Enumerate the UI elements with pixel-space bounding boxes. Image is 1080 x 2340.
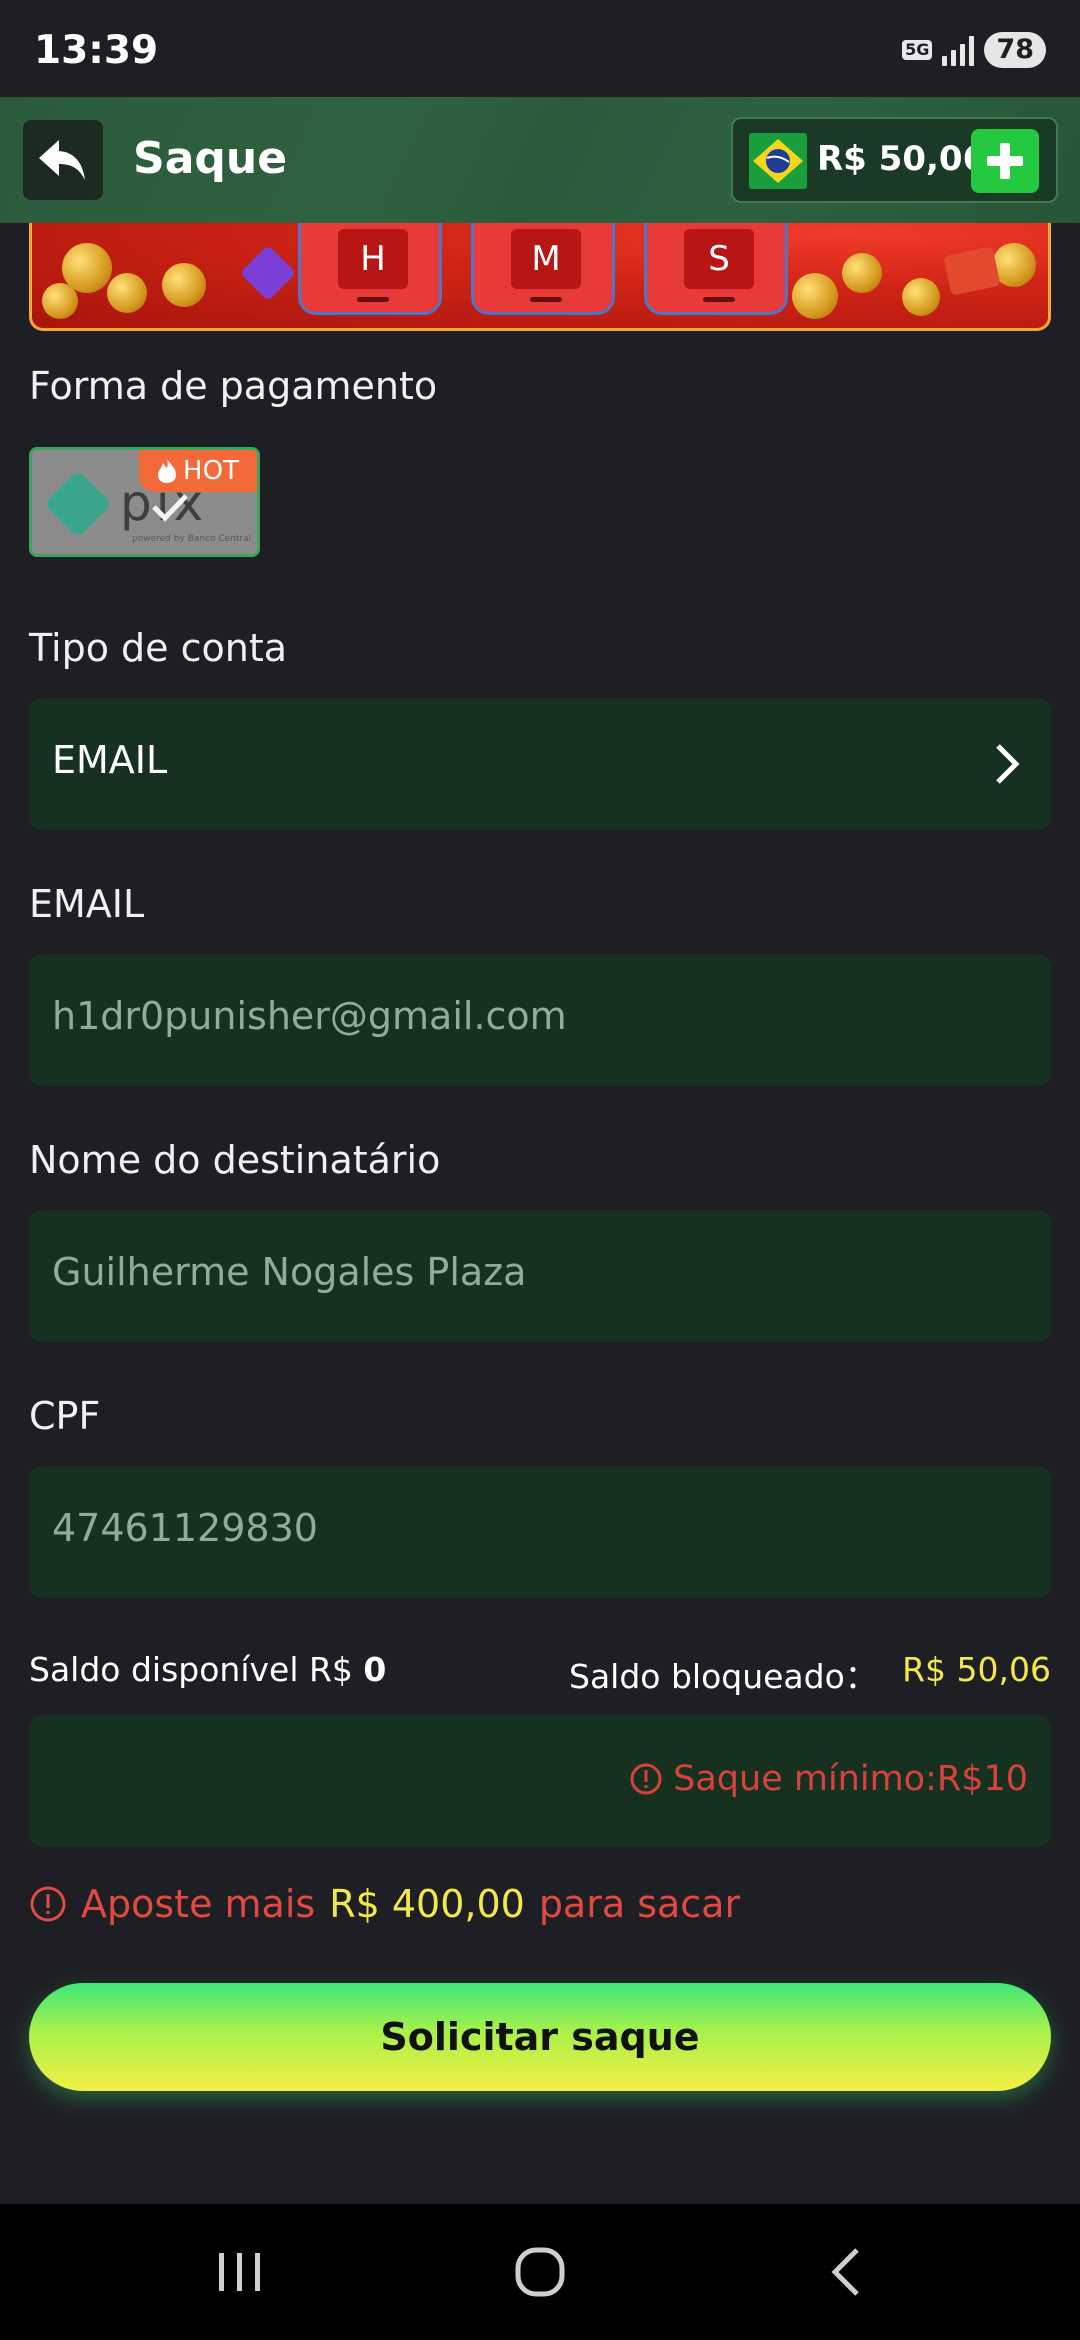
payment-option-pix[interactable]: pix powered by Banco Central HOT — [29, 447, 260, 557]
account-type-select[interactable]: EMAIL — [29, 698, 1051, 830]
chevron-right-icon — [996, 744, 1020, 784]
email-value: h1dr0punisher@gmail.com — [52, 994, 567, 1038]
coin-decoration — [842, 253, 882, 293]
timer-seconds: S — [644, 223, 788, 315]
bet-warning-prefix: Aposte mais — [81, 1882, 316, 1926]
plus-icon — [987, 143, 1023, 179]
blocked-balance-label: Saldo bloqueado： — [569, 1657, 878, 1696]
available-balance: Saldo disponível R$ 0 — [29, 1650, 386, 1689]
coin-decoration — [162, 263, 206, 307]
flame-icon — [158, 459, 177, 483]
back-chevron-icon — [831, 2248, 859, 2296]
pix-logo-subtext: powered by Banco Central — [132, 534, 252, 544]
timer-minutes: M — [471, 223, 615, 315]
timer-label: M — [511, 229, 581, 289]
balance-display: R$ 50,06 — [731, 117, 1058, 203]
balance-amount: R$ 50,06 — [817, 139, 987, 179]
email-label: EMAIL — [29, 882, 145, 926]
add-balance-button[interactable] — [971, 129, 1039, 193]
min-withdraw-warning: Saque mínimo:R$10 — [629, 1759, 1028, 1799]
timer-label: H — [338, 229, 408, 289]
envelope-decoration — [943, 246, 1001, 296]
warning-circle-icon — [630, 1763, 662, 1795]
status-icons: 5G 78 — [902, 30, 1046, 70]
check-icon — [152, 494, 188, 522]
cpf-field[interactable]: 47461129830 — [29, 1466, 1051, 1598]
account-type-label: Tipo de conta — [29, 626, 288, 670]
bet-warning-suffix: para sacar — [538, 1882, 741, 1926]
blocked-balance-value: R$ 50,06 — [902, 1650, 1051, 1689]
status-bar: 13:39 5G 78 — [0, 0, 1080, 97]
app-header: Saque R$ 50,06 — [0, 97, 1080, 223]
coin-decoration — [42, 283, 78, 319]
page-title: Saque — [133, 133, 288, 184]
available-balance-value: 0 — [363, 1650, 387, 1689]
coin-decoration — [107, 273, 147, 313]
system-nav-bar — [0, 2204, 1080, 2340]
request-withdraw-button[interactable]: Solicitar saque — [29, 1983, 1051, 2091]
recipient-label: Nome do destinatário — [29, 1138, 441, 1182]
cpf-label: CPF — [29, 1394, 101, 1438]
recipient-name-field[interactable]: Guilherme Nogales Plaza — [29, 1210, 1051, 1342]
network-5g-icon: 5G — [902, 40, 933, 60]
hot-badge: HOT — [139, 450, 257, 492]
warning-circle-icon — [30, 1886, 66, 1922]
email-field[interactable]: h1dr0punisher@gmail.com — [29, 954, 1051, 1086]
battery-icon: 78 — [984, 32, 1046, 68]
hot-badge-label: HOT — [183, 456, 239, 486]
timer-label: S — [684, 229, 754, 289]
min-withdraw-text: Saque mínimo:R$10 — [673, 1759, 1028, 1799]
pix-logo-icon — [44, 470, 112, 538]
cpf-value: 47461129830 — [52, 1506, 318, 1550]
back-nav-button[interactable] — [775, 2204, 915, 2340]
account-type-value: EMAIL — [52, 738, 168, 782]
signal-icon — [942, 34, 975, 66]
promo-banner[interactable]: H M S — [29, 223, 1051, 331]
brazil-flag-icon — [749, 133, 807, 189]
home-button[interactable] — [470, 2204, 610, 2340]
status-time: 13:39 — [34, 28, 159, 73]
back-button[interactable] — [23, 120, 103, 200]
coin-decoration — [902, 278, 940, 316]
recent-apps-button[interactable] — [170, 2204, 310, 2340]
back-arrow-icon — [39, 140, 85, 180]
available-balance-label: Saldo disponível R$ — [29, 1650, 353, 1689]
bet-requirement-warning: Aposte mais R$ 400,00 para sacar — [29, 1882, 740, 1926]
coin-decoration — [792, 273, 838, 319]
timer-hours: H — [298, 223, 442, 315]
payment-method-label: Forma de pagamento — [29, 364, 438, 408]
bet-warning-amount: R$ 400,00 — [329, 1882, 525, 1926]
recipient-name-value: Guilherme Nogales Plaza — [52, 1250, 527, 1294]
gem-decoration — [239, 244, 297, 302]
home-icon — [515, 2247, 565, 2297]
withdraw-amount-field[interactable]: Saque mínimo:R$10 — [29, 1715, 1051, 1847]
balance-summary: Saldo disponível R$ 0 Saldo bloqueado： R… — [29, 1650, 1051, 1696]
recent-apps-icon — [219, 2253, 260, 2291]
